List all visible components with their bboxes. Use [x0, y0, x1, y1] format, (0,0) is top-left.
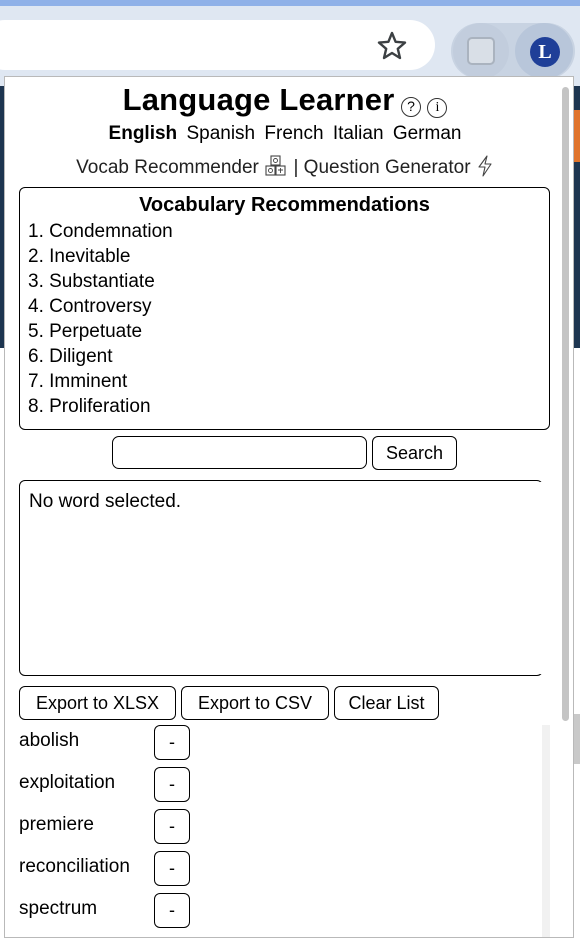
export-xlsx-button[interactable]: Export to XLSX — [19, 686, 176, 720]
language-selector: English Spanish French Italian German — [5, 123, 565, 145]
list-item: reconciliation - — [19, 851, 199, 887]
list-item: abolish - — [19, 725, 199, 761]
star-icon[interactable] — [376, 30, 408, 62]
language-english[interactable]: English — [109, 123, 178, 144]
address-bar[interactable] — [0, 20, 435, 70]
vocab-item[interactable]: 7. Imminent — [28, 369, 541, 394]
vocab-panel-title: Vocabulary Recommendations — [139, 194, 430, 216]
saved-word: spectrum — [19, 898, 98, 919]
vocab-item[interactable]: 2. Inevitable — [28, 244, 541, 269]
remove-word-button[interactable]: - — [154, 767, 190, 802]
nav-vocab-recommender[interactable]: Vocab Recommender — [76, 157, 259, 178]
language-german[interactable]: German — [393, 123, 462, 144]
search-input[interactable] — [112, 436, 367, 469]
search-button[interactable]: Search — [372, 436, 457, 470]
pocket-extension-button[interactable] — [453, 23, 509, 79]
vocab-item[interactable]: 5. Perpetuate — [28, 319, 541, 344]
word-detail-panel: No word selected. — [19, 480, 543, 676]
word-detail-text: No word selected. — [29, 491, 182, 512]
export-csv-button[interactable]: Export to CSV — [181, 686, 329, 720]
browser-toolbar: L — [0, 6, 580, 86]
remove-word-button[interactable]: - — [154, 851, 190, 886]
list-item: premiere - — [19, 809, 199, 845]
popup-scrollbar[interactable] — [562, 87, 569, 721]
saved-word: reconciliation — [19, 856, 130, 877]
nav-question-generator[interactable]: Question Generator — [304, 157, 471, 178]
extension-popup: Language Learner ? i English Spanish Fre… — [4, 76, 574, 938]
title-row: Language Learner ? i — [5, 82, 565, 118]
vocab-item[interactable]: 1. Condemnation — [28, 219, 541, 244]
pocket-icon — [467, 37, 495, 65]
remove-word-button[interactable]: - — [154, 725, 190, 760]
remove-word-button[interactable]: - — [154, 809, 190, 844]
list-item: exploitation - — [19, 767, 199, 803]
app-title: Language Learner — [122, 82, 395, 117]
clear-list-button[interactable]: Clear List — [334, 686, 439, 720]
info-circle-icon[interactable]: i — [427, 98, 448, 118]
vocab-item[interactable]: 8. Proliferation — [28, 394, 541, 419]
question-circle-icon[interactable]: ? — [400, 97, 421, 117]
saved-word: premiere — [19, 814, 94, 835]
vocab-item[interactable]: 3. Substantiate — [28, 269, 541, 294]
nav-separator: | — [293, 157, 299, 178]
detail-scrollbar[interactable] — [540, 482, 543, 674]
language-french[interactable]: French — [264, 123, 323, 144]
vocab-item[interactable]: 6. Diligent — [28, 344, 541, 369]
saved-word: abolish — [19, 730, 80, 751]
list-item: spectrum - — [19, 893, 199, 929]
language-spanish[interactable]: Spanish — [186, 123, 255, 144]
list-scrollbar[interactable] — [542, 725, 550, 937]
language-italian[interactable]: Italian — [333, 123, 384, 144]
saved-word: exploitation — [19, 772, 116, 793]
lightning-icon — [478, 155, 492, 177]
alphabet-blocks-icon — [265, 155, 286, 176]
vocab-recommendations-panel: Vocabulary Recommendations 1. Condemnati… — [19, 187, 550, 430]
saved-words-list: abolish - exploitation - premiere - reco… — [5, 725, 565, 937]
mode-nav: Vocab Recommender | Question Generator — [5, 155, 565, 179]
vocab-item[interactable]: 4. Controversy — [28, 294, 541, 319]
language-learner-extension-icon: L — [530, 37, 560, 67]
remove-word-button[interactable]: - — [154, 893, 190, 928]
